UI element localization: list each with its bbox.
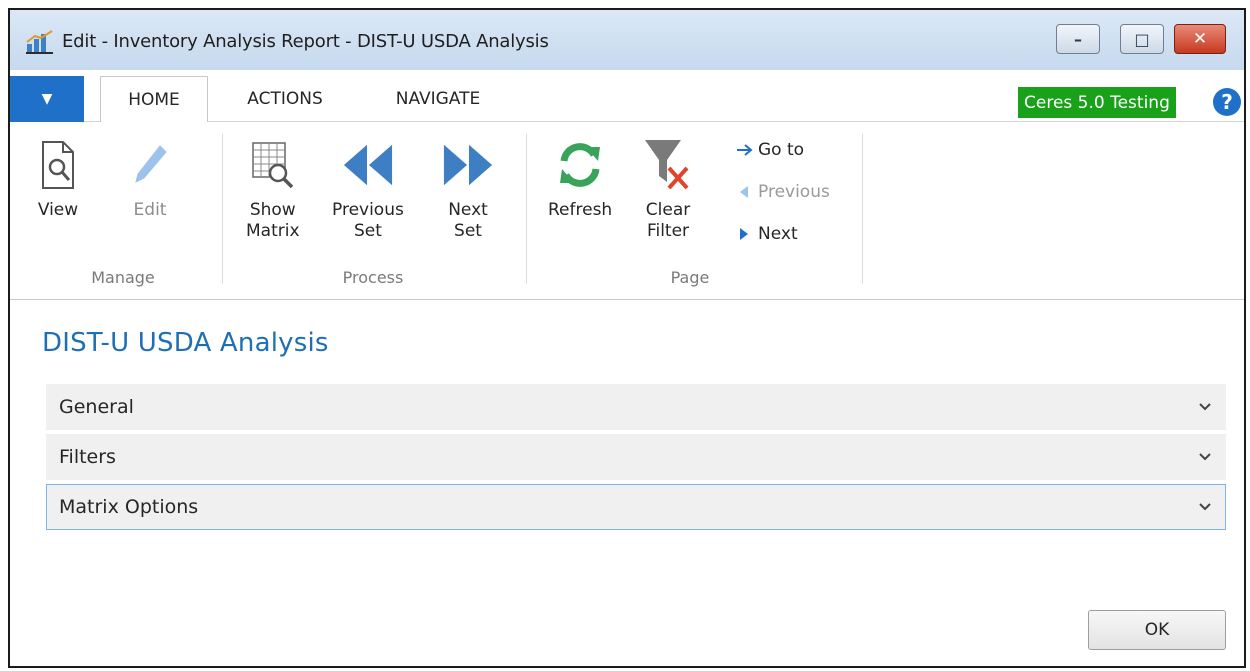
group-label-manage: Manage [91, 268, 155, 287]
refresh-button[interactable]: Refresh [548, 136, 612, 221]
previous-set-button[interactable]: Previous Set [332, 136, 404, 242]
tab-actions[interactable]: ACTIONS [230, 76, 340, 122]
next-button[interactable]: Next [736, 224, 798, 244]
show-matrix-button[interactable]: Show Matrix [246, 136, 300, 242]
question-circle-icon[interactable]: ? [1212, 87, 1242, 117]
title-bar[interactable]: Edit - Inventory Analysis Report - DIST-… [10, 10, 1244, 70]
view-button[interactable]: View [32, 136, 84, 221]
go-to-button[interactable]: Go to [736, 140, 804, 160]
fasttab-label: General [59, 396, 134, 418]
page-content: DIST-U USDA Analysis General Filters Mat… [10, 300, 1244, 666]
group-separator [222, 134, 223, 284]
close-icon: ✕ [1192, 29, 1208, 49]
refresh-label: Refresh [548, 200, 613, 220]
tab-label: HOME [128, 89, 180, 110]
minimize-icon: – [1074, 29, 1082, 49]
window-title: Edit - Inventory Analysis Report - DIST-… [62, 31, 549, 52]
group-separator [862, 134, 863, 284]
previous-set-label: Previous Set [332, 200, 404, 241]
maximize-button[interactable]: □ [1120, 24, 1164, 54]
tab-navigate[interactable]: NAVIGATE [378, 76, 498, 122]
clear-filter-label: Clear Filter [645, 200, 691, 241]
dialog-window: Edit - Inventory Analysis Report - DIST-… [8, 8, 1246, 668]
maximize-icon: □ [1134, 29, 1150, 49]
application-menu-button[interactable]: ▼ [10, 76, 84, 122]
svg-text:?: ? [1221, 90, 1233, 114]
previous-label: Previous [758, 182, 830, 202]
chevron-down-icon [1199, 500, 1211, 515]
edit-label: Edit [133, 200, 167, 220]
triangle-left-icon [736, 184, 758, 200]
group-separator [526, 134, 527, 284]
ok-button[interactable]: OK [1088, 610, 1226, 650]
page-title: DIST-U USDA Analysis [42, 328, 329, 358]
tab-label: NAVIGATE [395, 89, 481, 109]
document-magnifier-icon [32, 136, 84, 194]
close-button[interactable]: ✕ [1174, 24, 1226, 54]
clear-filter-button[interactable]: Clear Filter [642, 136, 694, 242]
ribbon-home: View Edit Manage Show Matrix Previous Se… [10, 122, 1244, 300]
clear-filter-icon [642, 136, 694, 194]
tab-home[interactable]: HOME [100, 76, 208, 123]
pencil-icon [124, 136, 176, 194]
edit-button[interactable]: Edit [124, 136, 176, 221]
grid-magnifier-icon [247, 136, 299, 194]
fasttab-label: Matrix Options [59, 496, 199, 518]
triangle-right-icon [736, 226, 758, 242]
chevron-down-icon: ▼ [41, 91, 53, 107]
group-label-process: Process [342, 268, 404, 287]
company-badge: Ceres 5.0 Testing [1018, 87, 1176, 118]
refresh-icon [554, 136, 606, 194]
view-label: View [37, 200, 79, 220]
chevron-down-icon [1199, 450, 1211, 465]
app-chart-icon [26, 30, 54, 54]
chevron-down-icon [1199, 400, 1211, 415]
fasttab-matrix-options[interactable]: Matrix Options [46, 484, 1226, 530]
double-right-arrow-icon [442, 136, 494, 194]
double-left-arrow-icon [342, 136, 394, 194]
arrow-right-icon [736, 143, 758, 157]
tab-label: ACTIONS [247, 89, 323, 109]
next-set-label: Next Set [448, 200, 488, 241]
fasttab-label: Filters [59, 446, 116, 468]
fasttab-general[interactable]: General [46, 384, 1226, 430]
go-to-label: Go to [758, 140, 805, 160]
group-label-page: Page [670, 268, 710, 287]
ribbon-tab-bar: ▼ HOME ACTIONS NAVIGATE Ceres 5.0 Testin… [10, 70, 1244, 123]
fasttab-filters[interactable]: Filters [46, 434, 1226, 480]
show-matrix-label: Show Matrix [246, 200, 300, 241]
next-label: Next [758, 224, 798, 244]
next-set-button[interactable]: Next Set [442, 136, 494, 242]
previous-button[interactable]: Previous [736, 182, 830, 202]
minimize-button[interactable]: – [1056, 24, 1100, 54]
